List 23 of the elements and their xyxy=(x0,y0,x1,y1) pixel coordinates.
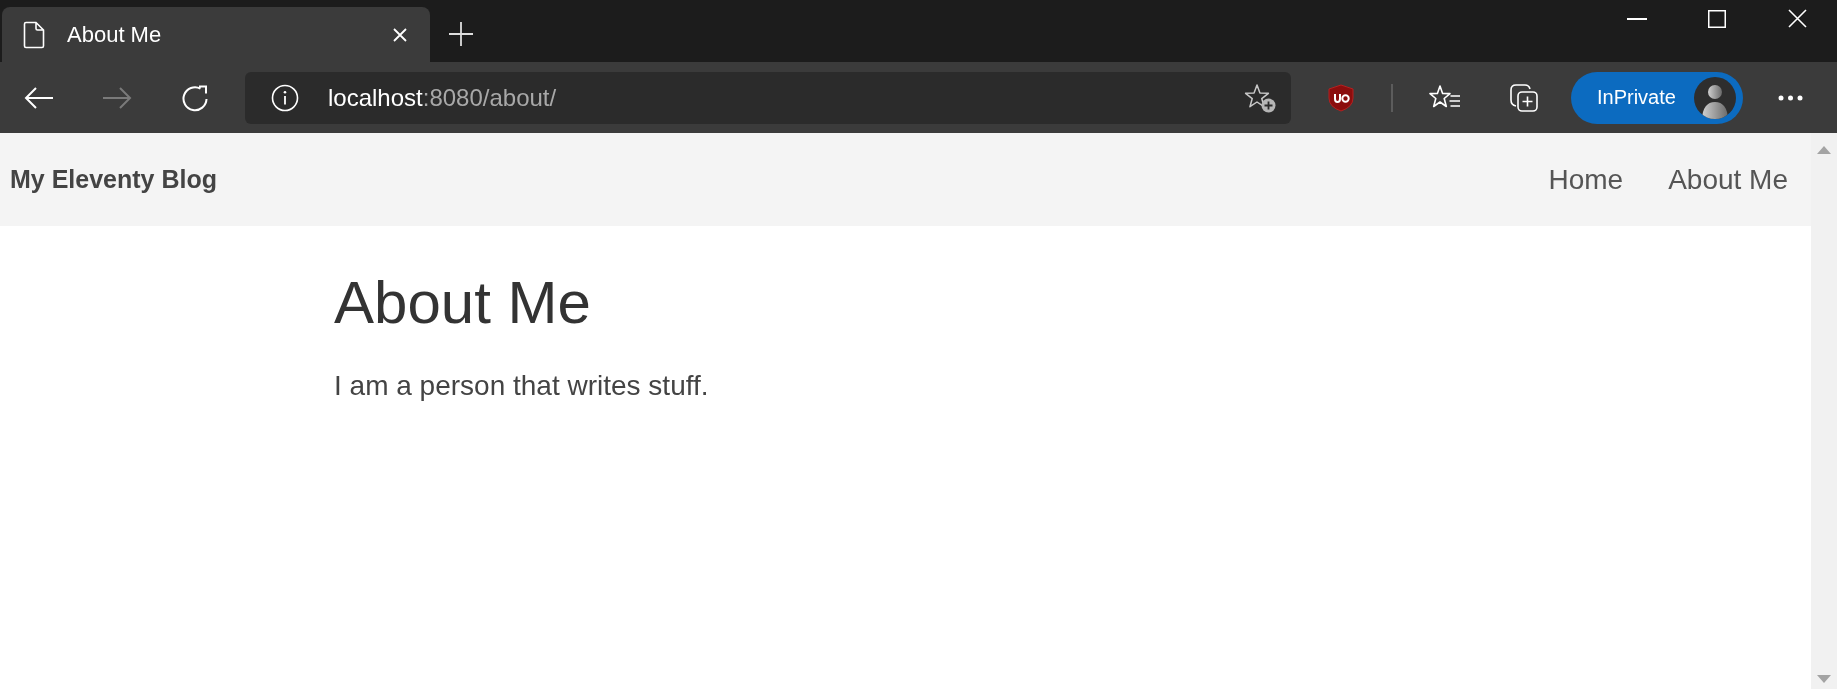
maximize-icon[interactable] xyxy=(1708,9,1726,28)
nav-link[interactable]: Home xyxy=(1548,163,1624,196)
left-arrow-icon[interactable] xyxy=(24,86,54,109)
minimize-icon[interactable] xyxy=(1627,17,1647,20)
page-icon xyxy=(23,20,45,49)
shield-icon[interactable] xyxy=(1328,83,1354,112)
close-icon[interactable] xyxy=(393,27,407,42)
page-heading: About Me xyxy=(334,268,591,338)
url-text: localhost:8080/about/ xyxy=(328,83,557,112)
page-paragraph: I am a person that writes stuff. xyxy=(334,369,709,403)
site-title-link[interactable]: My Eleventy Blog xyxy=(10,165,217,194)
more-icon[interactable] xyxy=(1777,94,1803,101)
squares-plus-icon[interactable] xyxy=(1509,82,1539,113)
browser-tab[interactable]: About Me xyxy=(2,7,430,62)
close-icon[interactable] xyxy=(1787,9,1807,28)
info-icon[interactable] xyxy=(271,83,299,112)
avatar-icon xyxy=(1694,76,1736,119)
profile-button[interactable]: InPrivate xyxy=(1571,71,1743,124)
refresh-icon[interactable] xyxy=(181,83,209,112)
star-plus-icon[interactable] xyxy=(1244,82,1276,113)
address-bar[interactable]: localhost:8080/about/ xyxy=(245,71,1291,124)
nav-link[interactable]: About Me xyxy=(1668,163,1788,196)
plus-icon[interactable] xyxy=(448,21,474,47)
